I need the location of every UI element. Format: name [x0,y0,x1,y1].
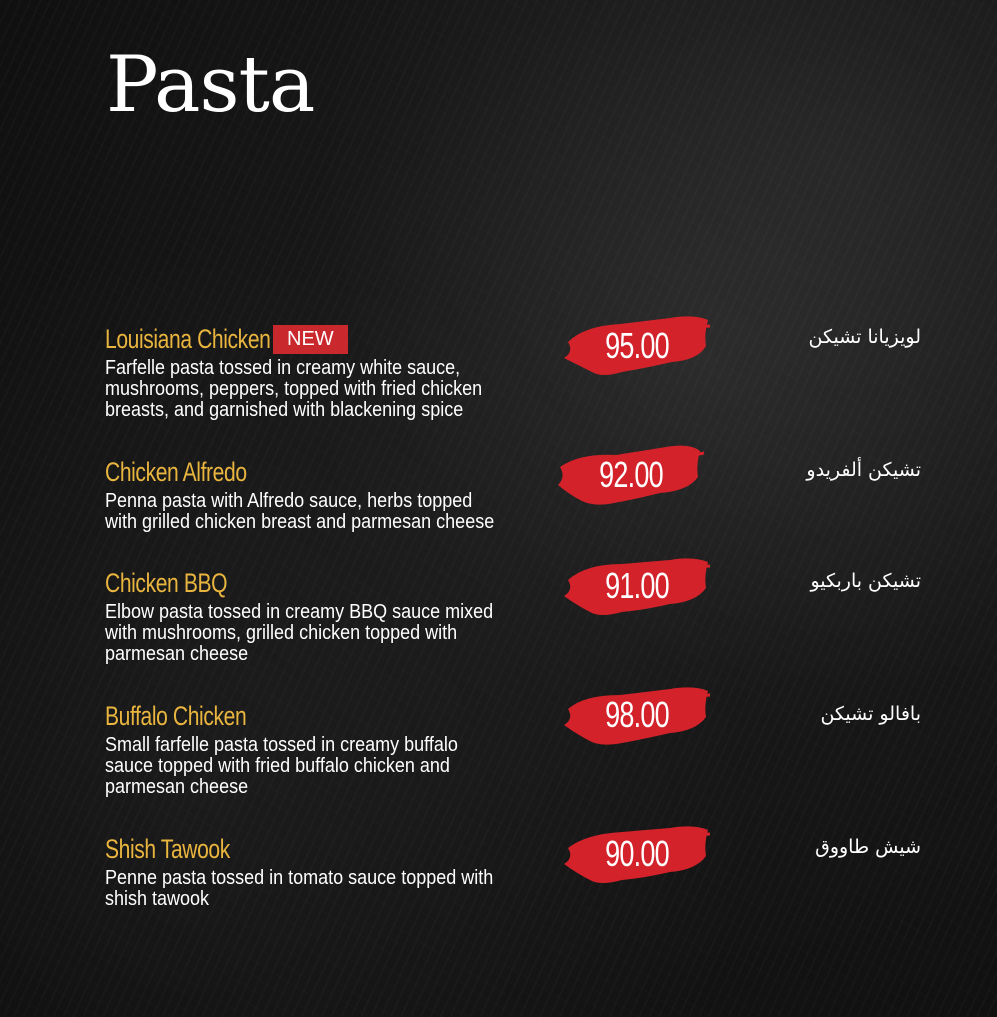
item-name: Louisiana Chicken [105,324,271,354]
item-name: Shish Tawook [105,834,230,864]
price-tag: 95.00 [562,312,712,382]
item-name: Buffalo Chicken [105,701,247,731]
menu-item-chicken-alfredo: Chicken Alfredo Penna pasta with Alfredo… [0,445,997,577]
item-name-arabic: لويزيانا تشيكن [808,326,922,348]
price-tag: 90.00 [562,820,712,890]
item-name-arabic: شيش طاووق [815,836,921,858]
item-description: Small farfelle pasta tossed in creamy bu… [105,734,458,798]
item-price: 95.00 [605,325,670,366]
price-tag: 91.00 [562,552,712,622]
item-name-arabic: تشيكن باربكيو [810,570,921,592]
item-name-arabic: تشيكن ألفريدو [806,459,921,481]
price-tag: 98.00 [562,681,712,751]
menu-item-louisiana-chicken: Louisiana Chicken NEW Farfelle pasta tos… [0,316,997,444]
item-name: Chicken Alfredo [105,457,247,487]
menu-item-chicken-bbq: Chicken BBQ Elbow pasta tossed in creamy… [0,558,997,688]
item-description: Penna pasta with Alfredo sauce, herbs to… [105,490,495,533]
menu-item-buffalo-chicken: Buffalo Chicken Small farfelle pasta tos… [0,687,997,821]
menu-item-shish-tawook: Shish Tawook Penne pasta tossed in tomat… [0,826,997,954]
item-price: 91.00 [605,565,670,606]
item-name: Chicken BBQ [105,568,228,598]
item-description: Farfelle pasta tossed in creamy white sa… [105,357,483,421]
item-price: 98.00 [605,694,670,735]
item-description: Elbow pasta tossed in creamy BBQ sauce m… [105,601,494,665]
new-badge: NEW [273,325,348,354]
item-price: 90.00 [605,833,670,874]
item-description: Penne pasta tossed in tomato sauce toppe… [105,867,494,910]
price-tag: 92.00 [556,441,706,511]
page-title: Pasta [106,40,315,130]
item-price: 92.00 [599,454,664,495]
item-name-arabic: بافالو تشيكن [820,703,921,725]
